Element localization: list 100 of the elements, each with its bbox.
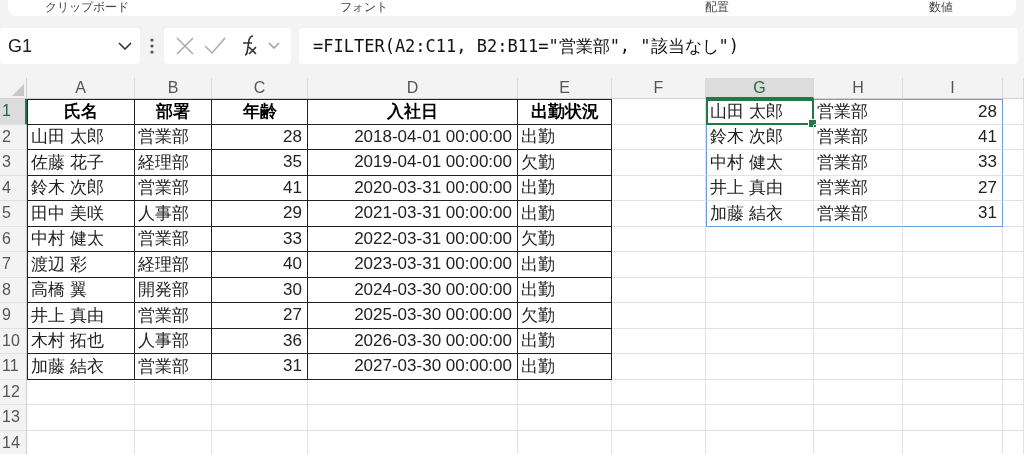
chevron-down-icon [118,42,132,50]
table-cell-text: 営業部 [138,304,189,327]
column-header[interactable]: H [814,78,903,99]
empty-cell[interactable] [612,354,706,380]
formula-field[interactable]: =FILTER(A2:C11, B2:B11="営業部", "該当なし") [299,28,1018,64]
empty-cell[interactable] [612,175,706,201]
empty-cell[interactable] [612,328,706,354]
empty-cell[interactable] [814,354,903,380]
empty-cell[interactable] [903,226,1003,252]
empty-cell[interactable] [612,303,706,329]
empty-cell[interactable] [1003,150,1024,176]
empty-cell[interactable] [814,303,903,329]
table-cell-text: 41 [283,177,303,198]
column-header[interactable]: E [518,78,612,99]
empty-cell[interactable] [1003,124,1024,150]
empty-cell[interactable] [212,405,308,431]
empty-cell[interactable] [814,252,903,278]
empty-cell[interactable] [1003,252,1024,278]
table-cell-text: 営業部 [817,151,868,174]
empty-cell[interactable] [706,226,814,252]
empty-cell[interactable] [1003,226,1024,252]
row-header[interactable]: 10 [0,328,27,354]
row-header[interactable]: 6 [0,226,27,252]
empty-cell[interactable] [518,405,612,431]
cancel-icon[interactable] [174,36,195,56]
more-options-icon[interactable] [150,38,154,54]
row-header[interactable]: 11 [0,354,27,380]
empty-cell[interactable] [308,405,518,431]
row-header[interactable]: 12 [0,379,27,405]
empty-cell[interactable] [612,124,706,150]
column-header[interactable]: B [135,78,212,99]
empty-cell[interactable] [1003,303,1024,329]
chevron-down-icon[interactable] [268,42,281,50]
empty-cell[interactable] [903,328,1003,354]
column-header[interactable]: D [308,78,518,99]
empty-cell[interactable] [612,405,706,431]
table-cell-text: 加藤 結衣 [710,202,783,225]
table-cell-text: 41 [978,126,998,147]
table-cell-text: 35 [283,152,303,173]
empty-cell[interactable] [706,405,814,431]
empty-cell[interactable] [903,405,1003,431]
name-box[interactable]: G1 [0,28,140,64]
empty-cell[interactable] [612,150,706,176]
empty-cell[interactable] [212,379,308,405]
row-header[interactable]: 8 [0,277,27,303]
column-header[interactable]: G [706,78,814,99]
empty-cell[interactable] [612,226,706,252]
confirm-icon[interactable] [203,37,226,55]
column-header[interactable]: F [612,78,706,99]
empty-cell[interactable] [814,226,903,252]
empty-cell[interactable] [903,354,1003,380]
empty-cell[interactable] [135,405,212,431]
row-header[interactable]: 7 [0,252,27,278]
table-cell-text: 2023-03-31 00:00:00 [354,254,513,275]
column-header[interactable]: A [27,78,135,99]
row-header[interactable]: 9 [0,303,27,329]
empty-cell[interactable] [706,303,814,329]
empty-cell[interactable] [1003,379,1024,405]
empty-cell[interactable] [518,379,612,405]
empty-cell[interactable] [612,99,706,125]
empty-cell[interactable] [135,379,212,405]
row-header[interactable]: 4 [0,175,27,201]
empty-cell[interactable] [308,379,518,405]
fill-handle[interactable] [808,118,817,128]
select-all-icon[interactable] [12,84,24,96]
empty-cell[interactable] [706,328,814,354]
row-header[interactable]: 14 [0,430,27,454]
row-header[interactable]: 13 [0,405,27,431]
row-header[interactable]: 1 [0,99,27,125]
empty-cell[interactable] [903,303,1003,329]
empty-cell[interactable] [612,201,706,227]
row-header[interactable]: 2 [0,124,27,150]
empty-cell[interactable] [814,328,903,354]
empty-cell[interactable] [814,277,903,303]
empty-cell[interactable] [814,405,903,431]
table-cell-text: 28 [978,101,998,122]
empty-cell[interactable] [903,252,1003,278]
empty-cell[interactable] [612,379,706,405]
empty-cell[interactable] [1003,354,1024,380]
empty-cell[interactable] [612,277,706,303]
column-header[interactable]: C [212,78,308,99]
column-header[interactable] [1003,78,1024,99]
empty-cell[interactable] [1003,328,1024,354]
empty-cell[interactable] [706,277,814,303]
empty-cell[interactable] [612,252,706,278]
empty-cell[interactable] [903,379,1003,405]
empty-cell[interactable] [706,379,814,405]
empty-cell[interactable] [1003,175,1024,201]
empty-cell[interactable] [706,354,814,380]
empty-cell[interactable] [1003,201,1024,227]
row-header[interactable]: 3 [0,150,27,176]
table-cell-text: 経理部 [138,151,189,174]
column-header[interactable]: I [903,78,1003,99]
empty-cell[interactable] [814,379,903,405]
empty-cell[interactable] [706,252,814,278]
empty-cell[interactable] [1003,277,1024,303]
table-cell-text: 田中 美咲 [31,202,104,225]
empty-cell[interactable] [1003,405,1024,431]
row-header[interactable]: 5 [0,201,27,227]
empty-cell[interactable] [903,277,1003,303]
